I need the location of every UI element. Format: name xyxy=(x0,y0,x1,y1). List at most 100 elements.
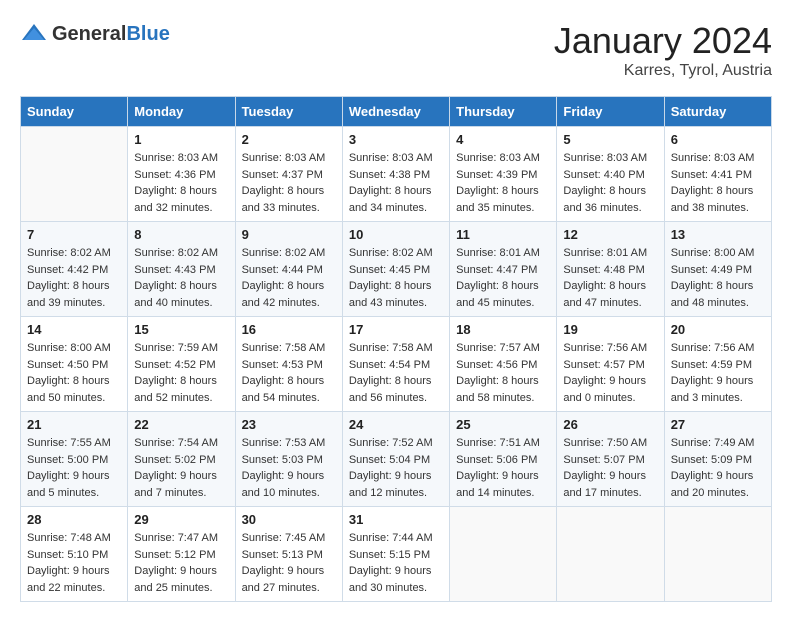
calendar-cell xyxy=(21,127,128,222)
day-number: 28 xyxy=(27,512,121,527)
calendar-cell: 14Sunrise: 8:00 AMSunset: 4:50 PMDayligh… xyxy=(21,317,128,412)
day-number: 2 xyxy=(242,132,336,147)
calendar-cell: 25 Sunrise: 7:51 AMSunset: 5:06 PMDayligh… xyxy=(450,412,557,507)
day-number: 27 xyxy=(671,417,765,432)
calendar-cell xyxy=(450,507,557,602)
day-number: 15 xyxy=(134,322,228,337)
day-number: 17 xyxy=(349,322,443,337)
day-number: 9 xyxy=(242,227,336,242)
calendar-cell: 11Sunrise: 8:01 AMSunset: 4:47 PMDayligh… xyxy=(450,222,557,317)
calendar-cell: 23 Sunrise: 7:53 AMSunset: 5:03 PMDayligh… xyxy=(235,412,342,507)
calendar-cell: 22 Sunrise: 7:54 AMSunset: 5:02 PMDayligh… xyxy=(128,412,235,507)
calendar-cell: 7 Sunrise: 8:02 AMSunset: 4:42 PMDaylight… xyxy=(21,222,128,317)
calendar-cell: 4 Sunrise: 8:03 AMSunset: 4:39 PMDaylight… xyxy=(450,127,557,222)
day-number: 12 xyxy=(563,227,657,242)
day-detail: Sunrise: 8:03 AMSunset: 4:37 PMDaylight:… xyxy=(242,150,336,216)
calendar-title: January 2024 xyxy=(554,20,772,62)
day-detail: Sunrise: 8:02 AMSunset: 4:42 PMDaylight:… xyxy=(27,245,121,311)
calendar-cell: 31 Sunrise: 7:44 AMSunset: 5:15 PMDayligh… xyxy=(342,507,449,602)
calendar-week-row: 28 Sunrise: 7:48 AMSunset: 5:10 PMDayligh… xyxy=(21,507,772,602)
day-number: 30 xyxy=(242,512,336,527)
day-number: 13 xyxy=(671,227,765,242)
day-number: 21 xyxy=(27,417,121,432)
calendar-cell: 12 Sunrise: 8:01 AMSunset: 4:48 PMDayligh… xyxy=(557,222,664,317)
day-detail: Sunrise: 8:00 AMSunset: 4:50 PMDaylight:… xyxy=(27,340,121,406)
day-detail: Sunrise: 7:56 AMSunset: 4:59 PMDaylight:… xyxy=(671,340,765,406)
calendar-cell: 3 Sunrise: 8:03 AMSunset: 4:38 PMDaylight… xyxy=(342,127,449,222)
calendar-cell: 17Sunrise: 7:58 AMSunset: 4:54 PMDayligh… xyxy=(342,317,449,412)
column-header-wednesday: Wednesday xyxy=(342,97,449,127)
day-detail: Sunrise: 8:02 AMSunset: 4:43 PMDaylight:… xyxy=(134,245,228,311)
calendar-week-row: 14Sunrise: 8:00 AMSunset: 4:50 PMDayligh… xyxy=(21,317,772,412)
calendar-table: SundayMondayTuesdayWednesdayThursdayFrid… xyxy=(20,96,772,602)
calendar-week-row: 7 Sunrise: 8:02 AMSunset: 4:42 PMDaylight… xyxy=(21,222,772,317)
day-detail: Sunrise: 7:51 AMSunset: 5:06 PMDaylight:… xyxy=(456,435,550,501)
day-detail: Sunrise: 7:53 AMSunset: 5:03 PMDaylight:… xyxy=(242,435,336,501)
calendar-cell: 21 Sunrise: 7:55 AMSunset: 5:00 PMDayligh… xyxy=(21,412,128,507)
calendar-cell: 8 Sunrise: 8:02 AMSunset: 4:43 PMDaylight… xyxy=(128,222,235,317)
day-detail: Sunrise: 8:01 AMSunset: 4:48 PMDaylight:… xyxy=(563,245,657,311)
day-detail: Sunrise: 8:02 AMSunset: 4:45 PMDaylight:… xyxy=(349,245,443,311)
calendar-cell: 2 Sunrise: 8:03 AMSunset: 4:37 PMDaylight… xyxy=(235,127,342,222)
calendar-cell: 15Sunrise: 7:59 AMSunset: 4:52 PMDayligh… xyxy=(128,317,235,412)
calendar-cell: 10 Sunrise: 8:02 AMSunset: 4:45 PMDayligh… xyxy=(342,222,449,317)
day-number: 26 xyxy=(563,417,657,432)
page-header: GeneralBlue January 2024 Karres, Tyrol, … xyxy=(20,20,772,80)
day-detail: Sunrise: 8:03 AMSunset: 4:38 PMDaylight:… xyxy=(349,150,443,216)
calendar-header-row: SundayMondayTuesdayWednesdayThursdayFrid… xyxy=(21,97,772,127)
day-detail: Sunrise: 7:56 AMSunset: 4:57 PMDaylight:… xyxy=(563,340,657,406)
day-detail: Sunrise: 7:52 AMSunset: 5:04 PMDaylight:… xyxy=(349,435,443,501)
day-number: 1 xyxy=(134,132,228,147)
calendar-cell: 29 Sunrise: 7:47 AMSunset: 5:12 PMDayligh… xyxy=(128,507,235,602)
day-detail: Sunrise: 7:57 AMSunset: 4:56 PMDaylight:… xyxy=(456,340,550,406)
day-detail: Sunrise: 7:47 AMSunset: 5:12 PMDaylight:… xyxy=(134,530,228,596)
day-detail: Sunrise: 7:54 AMSunset: 5:02 PMDaylight:… xyxy=(134,435,228,501)
logo-general: General xyxy=(52,23,126,45)
calendar-cell: 28 Sunrise: 7:48 AMSunset: 5:10 PMDayligh… xyxy=(21,507,128,602)
day-number: 7 xyxy=(27,227,121,242)
calendar-cell: 5Sunrise: 8:03 AMSunset: 4:40 PMDaylight… xyxy=(557,127,664,222)
logo-blue: Blue xyxy=(126,23,169,45)
calendar-cell: 30 Sunrise: 7:45 AMSunset: 5:13 PMDayligh… xyxy=(235,507,342,602)
day-detail: Sunrise: 7:48 AMSunset: 5:10 PMDaylight:… xyxy=(27,530,121,596)
day-number: 5 xyxy=(563,132,657,147)
calendar-cell: 24 Sunrise: 7:52 AMSunset: 5:04 PMDayligh… xyxy=(342,412,449,507)
column-header-friday: Friday xyxy=(557,97,664,127)
day-number: 24 xyxy=(349,417,443,432)
title-block: January 2024 Karres, Tyrol, Austria xyxy=(554,20,772,80)
day-number: 18 xyxy=(456,322,550,337)
column-header-saturday: Saturday xyxy=(664,97,771,127)
column-header-sunday: Sunday xyxy=(21,97,128,127)
calendar-cell: 26Sunrise: 7:50 AMSunset: 5:07 PMDayligh… xyxy=(557,412,664,507)
calendar-cell: 13 Sunrise: 8:00 AMSunset: 4:49 PMDayligh… xyxy=(664,222,771,317)
calendar-cell: 9Sunrise: 8:02 AMSunset: 4:44 PMDaylight… xyxy=(235,222,342,317)
day-detail: Sunrise: 8:00 AMSunset: 4:49 PMDaylight:… xyxy=(671,245,765,311)
day-detail: Sunrise: 7:58 AMSunset: 4:53 PMDaylight:… xyxy=(242,340,336,406)
day-detail: Sunrise: 7:55 AMSunset: 5:00 PMDaylight:… xyxy=(27,435,121,501)
day-number: 10 xyxy=(349,227,443,242)
day-number: 25 xyxy=(456,417,550,432)
column-header-tuesday: Tuesday xyxy=(235,97,342,127)
day-detail: Sunrise: 7:45 AMSunset: 5:13 PMDaylight:… xyxy=(242,530,336,596)
calendar-location: Karres, Tyrol, Austria xyxy=(554,62,772,80)
day-number: 23 xyxy=(242,417,336,432)
calendar-cell xyxy=(557,507,664,602)
day-number: 8 xyxy=(134,227,228,242)
logo: GeneralBlue xyxy=(20,20,170,48)
day-number: 29 xyxy=(134,512,228,527)
day-number: 4 xyxy=(456,132,550,147)
day-detail: Sunrise: 7:44 AMSunset: 5:15 PMDaylight:… xyxy=(349,530,443,596)
logo-icon xyxy=(20,20,48,48)
day-detail: Sunrise: 7:49 AMSunset: 5:09 PMDaylight:… xyxy=(671,435,765,501)
calendar-week-row: 21 Sunrise: 7:55 AMSunset: 5:00 PMDayligh… xyxy=(21,412,772,507)
day-number: 31 xyxy=(349,512,443,527)
logo-text: GeneralBlue xyxy=(52,23,170,46)
calendar-cell: 19Sunrise: 7:56 AMSunset: 4:57 PMDayligh… xyxy=(557,317,664,412)
column-header-monday: Monday xyxy=(128,97,235,127)
day-number: 22 xyxy=(134,417,228,432)
calendar-cell xyxy=(664,507,771,602)
calendar-cell: 1Sunrise: 8:03 AMSunset: 4:36 PMDaylight… xyxy=(128,127,235,222)
day-detail: Sunrise: 8:03 AMSunset: 4:39 PMDaylight:… xyxy=(456,150,550,216)
column-header-thursday: Thursday xyxy=(450,97,557,127)
day-number: 3 xyxy=(349,132,443,147)
